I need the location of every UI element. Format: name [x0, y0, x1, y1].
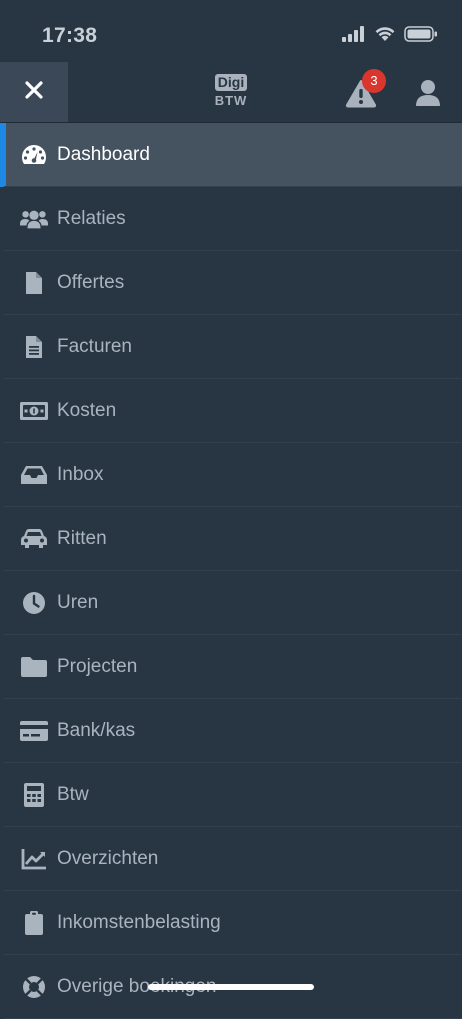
menu-item-label: Ritten [57, 528, 107, 549]
warning-triangle-icon [344, 80, 378, 112]
user-profile-button[interactable] [414, 78, 442, 108]
status-icons [342, 26, 438, 47]
status-bar: 17:38 [0, 0, 462, 62]
menu-item-label: Bank/kas [57, 720, 136, 741]
folder-icon [20, 653, 48, 681]
logo-top-text: Digi [214, 74, 248, 91]
logo-bottom-text: BTW [214, 93, 248, 108]
menu-item-projecten[interactable]: Projecten [0, 635, 462, 699]
home-indicator[interactable] [148, 984, 314, 990]
menu-item-label: Inbox [57, 464, 104, 485]
wifi-icon [374, 26, 396, 47]
status-time: 17:38 [42, 24, 98, 47]
menu-item-label: Kosten [57, 400, 117, 421]
menu-item-btw[interactable]: Btw [0, 763, 462, 827]
clock-icon [20, 589, 48, 617]
menu-item-relaties[interactable]: Relaties [0, 187, 462, 251]
menu-item-label: Btw [57, 784, 89, 805]
menu-item-label: Facturen [57, 336, 132, 357]
menu-item-uren[interactable]: Uren [0, 571, 462, 635]
money-bill-icon [20, 397, 48, 425]
menu-item-inbox[interactable]: Inbox [0, 443, 462, 507]
close-icon [25, 80, 43, 104]
close-menu-button[interactable] [0, 62, 68, 122]
menu-item-label: Projecten [57, 656, 138, 677]
credit-card-icon [20, 717, 48, 745]
calculator-icon [20, 781, 48, 809]
users-icon [20, 205, 48, 233]
inbox-icon [20, 461, 48, 489]
menu-item-bank-kas[interactable]: Bank/kas [0, 699, 462, 763]
clipboard-icon [20, 909, 48, 937]
file-icon [20, 269, 48, 297]
car-icon [20, 525, 48, 553]
menu-item-ritten[interactable]: Ritten [0, 507, 462, 571]
menu-item-label: Uren [57, 592, 99, 613]
menu-item-offertes[interactable]: Offertes [0, 251, 462, 315]
navigation-menu: Dashboard Relaties Offertes Facturen Kos… [0, 123, 462, 1019]
app-logo: Digi BTW [211, 74, 251, 109]
menu-item-dashboard[interactable]: Dashboard [0, 123, 462, 187]
menu-item-facturen[interactable]: Facturen [0, 315, 462, 379]
menu-item-label: Dashboard [57, 144, 150, 165]
battery-icon [404, 26, 438, 47]
chart-line-icon [20, 845, 48, 873]
menu-item-label: Inkomstenbelasting [57, 912, 221, 933]
menu-item-label: Offertes [57, 272, 125, 293]
menu-item-label: Overzichten [57, 848, 159, 869]
notification-count-badge: 3 [362, 69, 386, 93]
user-icon [414, 80, 442, 112]
life-ring-icon [20, 973, 48, 1001]
menu-item-label: Relaties [57, 208, 126, 229]
file-text-icon [20, 333, 48, 361]
app-header: Digi BTW [0, 62, 462, 123]
menu-item-kosten[interactable]: Kosten [0, 379, 462, 443]
dashboard-gauge-icon [20, 141, 48, 169]
cellular-signal-icon [342, 26, 366, 47]
menu-item-overzichten[interactable]: Overzichten [0, 827, 462, 891]
menu-item-inkomstenbelasting[interactable]: Inkomstenbelasting [0, 891, 462, 955]
